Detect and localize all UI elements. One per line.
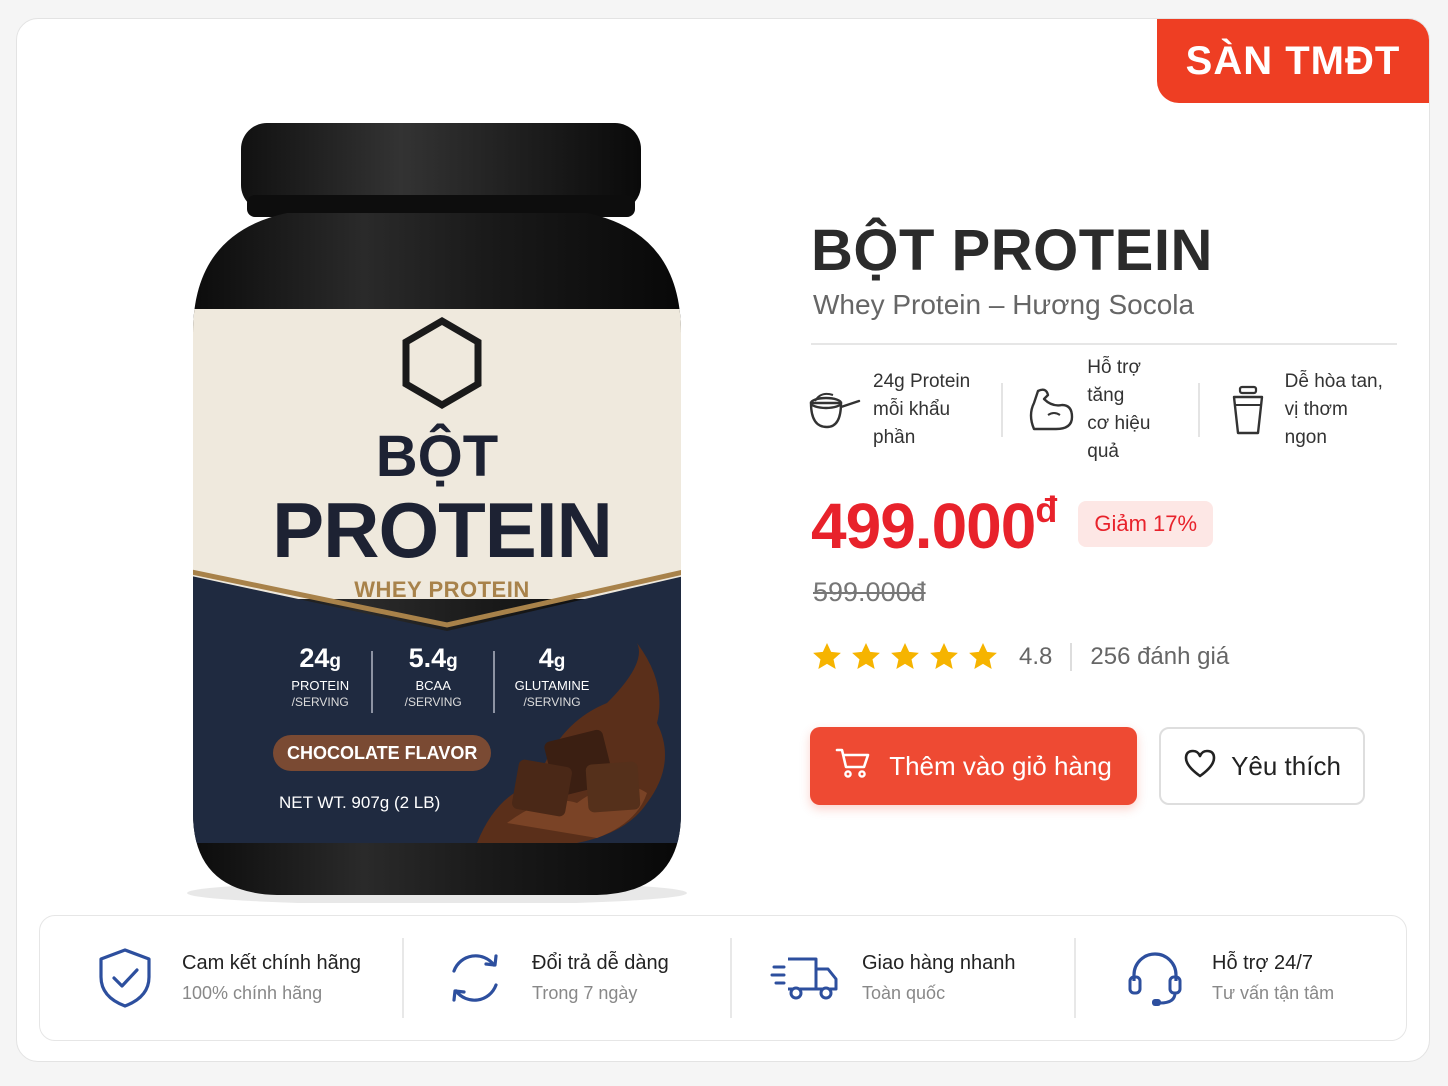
jar-stat-unit: g (446, 651, 458, 672)
product-title: BỘT PROTEIN (811, 218, 1213, 283)
marketplace-badge: SÀN TMĐT (1157, 19, 1429, 103)
benefit-item: Hỗ trợ 24/7 Tư vấn tận tâm (1074, 938, 1406, 1018)
jar-stat-value: 24 (299, 643, 330, 673)
product-card: SÀN TMĐT BỘT PROTEIN WHEY PROTEIN 24g PR… (16, 18, 1430, 1062)
benefit-item: Cam kết chính hãng 100% chính hãng (40, 938, 402, 1018)
star-icon (969, 643, 997, 669)
jar-label-line1: BỘT (375, 424, 499, 489)
jar-stat: 5.4g BCAA /SERVING (373, 643, 493, 713)
title-divider (811, 343, 1397, 345)
headset-icon (1120, 943, 1190, 1013)
scoop-icon (805, 383, 863, 437)
benefit-sub: Tư vấn tận tâm (1212, 983, 1335, 1003)
price-currency: đ (1035, 489, 1057, 530)
jar-stat: 24g PROTEIN /SERVING (269, 643, 371, 713)
product-subtitle: Whey Protein – Hương Socola (813, 289, 1195, 320)
jar-stat-unit: g (553, 651, 566, 672)
discount-badge: Giảm 17% (1078, 501, 1214, 547)
jar-stat-name: PROTEIN (291, 678, 350, 693)
benefit-title: Cam kết chính hãng (182, 952, 361, 974)
feature-line1: Dễ hòa tan, (1284, 371, 1383, 392)
benefit-item: Giao hàng nhanh Toàn quốc (730, 938, 1074, 1018)
jar-label-line2: PROTEIN (272, 486, 613, 574)
jar-net-weight: NET WT. 907g (2 LB) (279, 793, 441, 812)
star-rating (811, 641, 999, 673)
rating-row: 4.8 256 đánh giá (811, 641, 1229, 673)
heart-icon (1183, 748, 1217, 785)
add-to-cart-button[interactable]: Thêm vào giỏ hàng (810, 727, 1137, 805)
jar-label-line3: WHEY PROTEIN (354, 577, 530, 602)
rating-score: 4.8 (1019, 643, 1053, 670)
jar-stat-value: 4 (538, 643, 554, 673)
jar-stat-name: GLUTAMINE (514, 678, 590, 693)
favorite-label: Yêu thích (1231, 750, 1341, 781)
star-icon (813, 643, 841, 669)
jar-stat-unit: g (329, 651, 342, 672)
muscle-icon (1025, 383, 1078, 437)
benefit-title: Hỗ trợ 24/7 (1212, 952, 1313, 974)
benefit-sub: 100% chính hãng (182, 983, 323, 1003)
feature-line2: cơ hiệu quả (1087, 413, 1151, 462)
rating-divider (1070, 643, 1073, 671)
benefit-title: Giao hàng nhanh (862, 952, 1016, 974)
jar-stat-per: /SERVING (523, 695, 581, 709)
jar-stats: 24g PROTEIN /SERVING 5.4g BCAA /SERVING … (269, 643, 609, 713)
shaker-icon (1222, 383, 1275, 437)
feature-item: Dễ hòa tan, vị thơm ngon (1198, 371, 1405, 448)
benefit-sub: Trong 7 ngày (532, 983, 638, 1003)
benefit-title: Đổi trả dễ dàng (532, 952, 669, 974)
star-icon (852, 643, 880, 669)
star-icon (891, 643, 919, 669)
price-row: 499.000đ Giảm 17% (811, 489, 1214, 563)
feature-line1: Hỗ trợ tăng (1087, 357, 1141, 406)
benefit-item: Đổi trả dễ dàng Trong 7 ngày (402, 938, 730, 1018)
jar-stat: 4g GLUTAMINE /SERVING (495, 643, 609, 713)
feature-line1: 24g Protein (873, 371, 971, 392)
product-image: BỘT PROTEIN WHEY PROTEIN 24g PROTEIN /SE… (177, 103, 697, 903)
star-icon (930, 643, 958, 669)
current-price: 499.000đ (811, 489, 1057, 563)
favorite-button[interactable]: Yêu thích (1159, 727, 1365, 805)
jar-stat-per: /SERVING (291, 695, 349, 709)
benefit-sub: Toàn quốc (862, 983, 946, 1003)
jar-stat-name: BCAA (415, 678, 451, 693)
jar-flavor-tag: CHOCOLATE FLAVOR (273, 735, 492, 771)
benefits-strip: Cam kết chính hãng 100% chính hãng Đổi t… (39, 915, 1407, 1041)
jar-stat-per: /SERVING (404, 695, 462, 709)
return-arrows-icon (440, 943, 510, 1013)
add-to-cart-label: Thêm vào giỏ hàng (889, 750, 1112, 781)
feature-list: 24g Protein mỗi khẩu phần Hỗ trợ tăng cơ… (805, 357, 1405, 462)
feature-line2: vị thơm ngon (1284, 399, 1348, 448)
feature-item: Hỗ trợ tăng cơ hiệu quả (1000, 357, 1198, 462)
old-price: 599.000đ (813, 577, 926, 607)
price-value: 499.000 (811, 490, 1036, 562)
cart-icon (835, 747, 871, 786)
delivery-truck-icon (770, 943, 840, 1013)
shield-check-icon (90, 943, 160, 1013)
feature-item: 24g Protein mỗi khẩu phần (805, 371, 1001, 448)
review-count: 256 đánh giá (1090, 643, 1230, 670)
jar-stat-value: 5.4 (408, 643, 447, 673)
feature-line2: mỗi khẩu phần (873, 399, 951, 448)
